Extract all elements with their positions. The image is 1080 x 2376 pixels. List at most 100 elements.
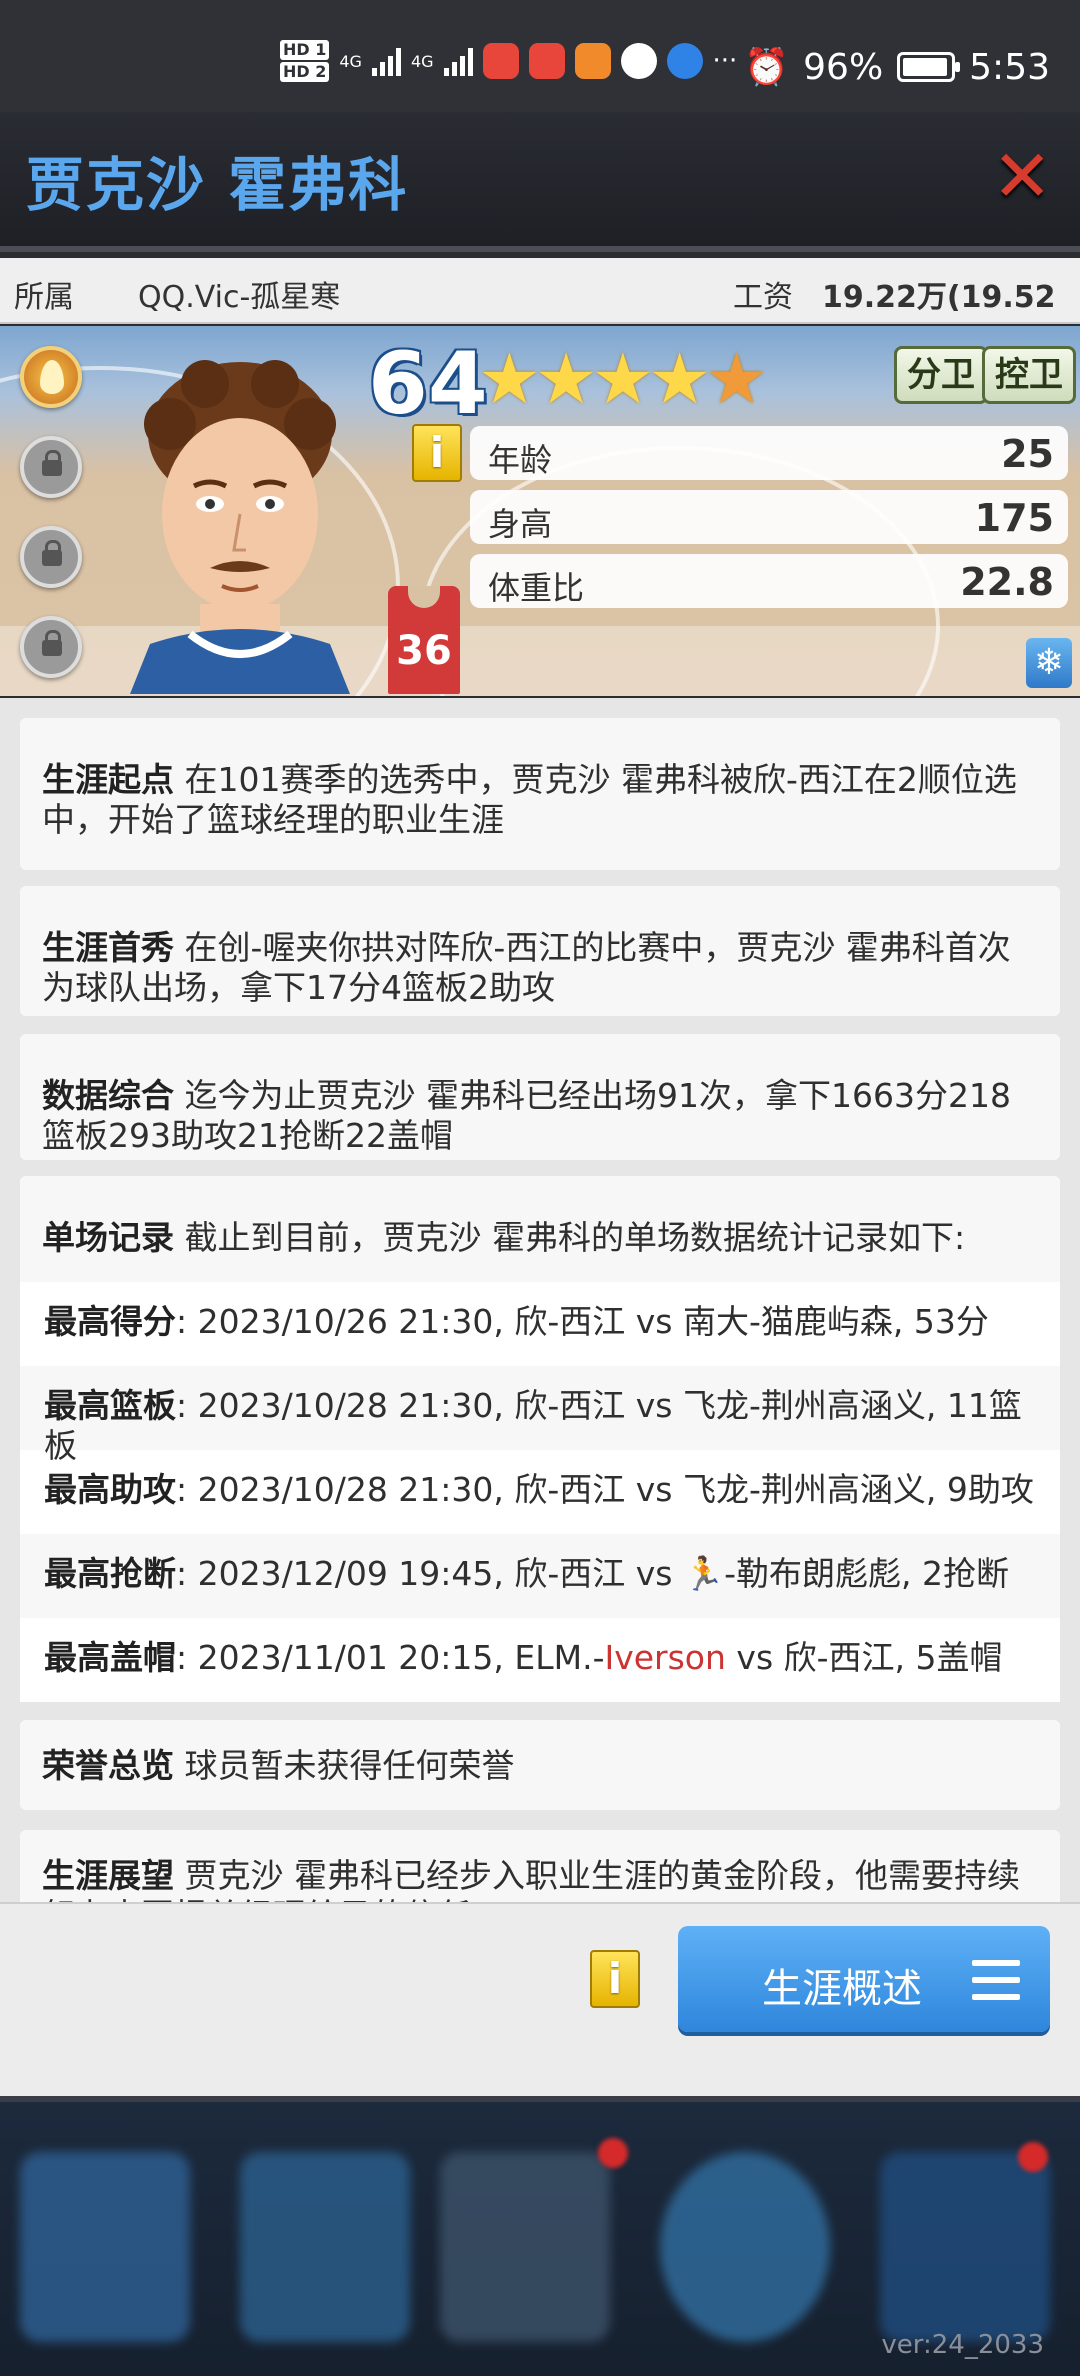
player-avatar	[130, 360, 350, 694]
team-salary-bar: 所属 QQ.Vic-孤星寒 工资 19.22万(19.52万)	[0, 258, 1080, 359]
jersey-number: 36	[388, 586, 460, 694]
snowflake-icon[interactable]: ❄	[1026, 638, 1072, 688]
card-text: 贾克沙 霍弗科已经步入职业生涯的黄金阶段，他需要持续努力来回报总经理给予的信任	[42, 1856, 1020, 1902]
version-label: ver:24_2033	[881, 2330, 1044, 2360]
signal-icon	[443, 46, 473, 76]
lock-icon[interactable]	[20, 436, 82, 498]
nav-star-icon[interactable]	[20, 2152, 190, 2342]
stat-row-weight-ratio: 体重比 22.8	[470, 554, 1068, 608]
record-label: 最高抢断	[44, 1554, 176, 1593]
light-bulb-icon	[666, 43, 703, 79]
network-label-1: 4G	[339, 51, 362, 71]
weibo-icon	[528, 43, 565, 79]
player-name-title: 贾克沙 霍弗科	[26, 151, 409, 219]
stat-row-age: 年龄 25	[470, 426, 1068, 480]
card-text: 迄今为止贾克沙 霍弗科已经出场91次，拿下1663分218篮板293助攻21抢断…	[42, 1076, 1011, 1155]
team-value[interactable]: QQ.Vic-孤星寒	[138, 272, 340, 316]
half-star-icon: ★	[705, 338, 768, 420]
record-text: vs 欣-西江, 5盖帽	[725, 1638, 1003, 1677]
lock-icon[interactable]	[20, 526, 82, 588]
position-tag-1: 分卫	[894, 346, 988, 404]
salary-label: 工资	[733, 280, 793, 315]
star-rating: ★ ★ ★ ★ ★	[478, 338, 768, 420]
record-label: 最高得分	[44, 1302, 176, 1341]
record-label: 最高盖帽	[44, 1638, 176, 1677]
nav-currency-icon[interactable]	[240, 2152, 410, 2342]
battery-icon	[897, 52, 961, 82]
star-icon: ★	[534, 338, 598, 420]
star-icon: ★	[591, 338, 655, 420]
stat-value: 175	[974, 496, 1054, 540]
stat-row-height: 身高 175	[470, 490, 1068, 544]
card-title: 生涯首秀	[42, 928, 174, 967]
nav-chat-icon[interactable]	[660, 2152, 830, 2342]
record-row-rebounds: 最高篮板: 2023/10/28 21:30, 欣-西江 vs 飞龙-荆州高涵义…	[20, 1366, 1060, 1465]
alarm-icon: ⏰	[744, 47, 790, 88]
card-career-debut: 生涯首秀 在创-喔夹你拱对阵欣-西江的比赛中，贾克沙 霍弗科首次为球队出场，拿下…	[20, 886, 1060, 1016]
action-bar: i 生涯概述	[0, 1902, 1080, 2096]
lock-icon[interactable]	[20, 616, 82, 678]
card-text: 在创-喔夹你拱对阵欣-西江的比赛中，贾克沙 霍弗科首次为球队出场，拿下17分4篮…	[42, 928, 1011, 1007]
stat-label: 体重比	[488, 569, 585, 607]
network-label-2: 4G	[410, 51, 434, 71]
dialog-header: 贾克沙 霍弗科 ✕	[0, 112, 1080, 252]
info-icon[interactable]: i	[590, 1950, 640, 2008]
career-overview-label: 生涯概述	[762, 1966, 922, 2012]
info-icon[interactable]: i	[412, 424, 462, 482]
stat-value: 25	[1001, 432, 1054, 476]
notification-badge	[598, 2138, 628, 2168]
record-row-points: 最高得分: 2023/10/26 21:30, 欣-西江 vs 南大-猫鹿屿森,…	[20, 1282, 1060, 1366]
position-tag-2: 控卫	[982, 346, 1076, 404]
message-icon	[620, 43, 657, 79]
record-label: 最高篮板	[44, 1386, 176, 1425]
record-row-blocks: 最高盖帽: 2023/11/01 20:15, ELM.-Iverson vs …	[20, 1618, 1060, 1702]
close-icon[interactable]: ✕	[992, 140, 1052, 212]
card-career-start: 生涯起点 在101赛季的选秀中，贾克沙 霍弗科被欣-西江在2顺位选中，开始了篮球…	[20, 718, 1060, 870]
clock: 5:53	[969, 46, 1050, 88]
career-overview-button[interactable]: 生涯概述	[678, 1926, 1050, 2032]
weibo-icon	[482, 43, 519, 79]
record-row-assists: 最高助攻: 2023/10/28 21:30, 欣-西江 vs 飞龙-荆州高涵义…	[20, 1450, 1060, 1534]
signal-icon	[371, 46, 401, 76]
star-icon: ★	[478, 338, 541, 420]
card-stats-summary: 数据综合 迄今为止贾克沙 霍弗科已经出场91次，拿下1663分218篮板293助…	[20, 1034, 1060, 1160]
status-left: HD 1 HD 2 4G 4G ···	[280, 36, 737, 86]
notification-badge	[1018, 2142, 1048, 2172]
card-title: 生涯展望	[42, 1856, 174, 1895]
hd1-label: HD 1	[280, 40, 330, 60]
team-label: 所属	[14, 280, 74, 315]
stat-value: 22.8	[960, 560, 1054, 604]
star-icon: ★	[648, 338, 712, 420]
card-title: 数据综合	[42, 1076, 174, 1115]
battery-percent: 96%	[803, 46, 884, 88]
card-text: 球员暂未获得任何荣誉	[184, 1746, 515, 1785]
player-banner: 64 ★ ★ ★ ★ ★ 分卫 控卫 i 年龄 25 身高 175 体重比 22…	[0, 326, 1080, 696]
overall-rating: 64	[368, 334, 488, 434]
more-notifications-icon: ···	[712, 46, 738, 76]
card-career-outlook: 生涯展望 贾克沙 霍弗科已经步入职业生涯的黄金阶段，他需要持续努力来回报总经理给…	[20, 1830, 1060, 1902]
hd-indicator: HD 1 HD 2	[280, 39, 330, 83]
status-bar: HD 1 HD 2 4G 4G ··· ⏰ 96% 5:53	[0, 0, 1080, 112]
record-text: : 2023/11/01 20:15, ELM.-	[176, 1638, 605, 1677]
stat-label: 年龄	[488, 441, 553, 479]
card-title: 荣誉总览	[42, 1746, 174, 1785]
card-title: 单场记录	[42, 1218, 174, 1257]
card-text: 截止到目前，贾克沙 霍弗科的单场数据统计记录如下:	[184, 1218, 966, 1257]
opponent-player-name: Iverson	[604, 1638, 726, 1677]
card-game-records: 单场记录 截止到目前，贾克沙 霍弗科的单场数据统计记录如下: 最高得分: 202…	[20, 1176, 1060, 1702]
record-text: : 2023/12/09 19:45, 欣-西江 vs 🏃-勒布朗彪彪, 2抢断	[176, 1554, 1009, 1593]
card-honors: 荣誉总览 球员暂未获得任何荣誉	[20, 1720, 1060, 1810]
bottom-navigation: ver:24_2033	[0, 2096, 1080, 2376]
status-right: ⏰ 96% 5:53	[744, 46, 1050, 89]
nav-expand-icon[interactable]	[880, 2152, 1050, 2342]
nav-arena-icon[interactable]	[440, 2152, 610, 2342]
record-row-steals: 最高抢断: 2023/12/09 19:45, 欣-西江 vs 🏃-勒布朗彪彪,…	[20, 1534, 1060, 1618]
card-text: 在101赛季的选秀中，贾克沙 霍弗科被欣-西江在2顺位选中，开始了篮球经理的职业…	[42, 760, 1017, 839]
hd2-label: HD 2	[280, 62, 330, 82]
career-content[interactable]: 生涯起点 在101赛季的选秀中，贾克沙 霍弗科被欣-西江在2顺位选中，开始了篮球…	[0, 698, 1080, 1902]
menu-icon	[972, 1960, 1020, 2000]
video-app-icon	[574, 43, 611, 79]
skill-badge-icon[interactable]	[20, 346, 82, 408]
stat-label: 身高	[488, 505, 553, 543]
record-text: : 2023/10/26 21:30, 欣-西江 vs 南大-猫鹿屿森, 53分	[176, 1302, 989, 1341]
